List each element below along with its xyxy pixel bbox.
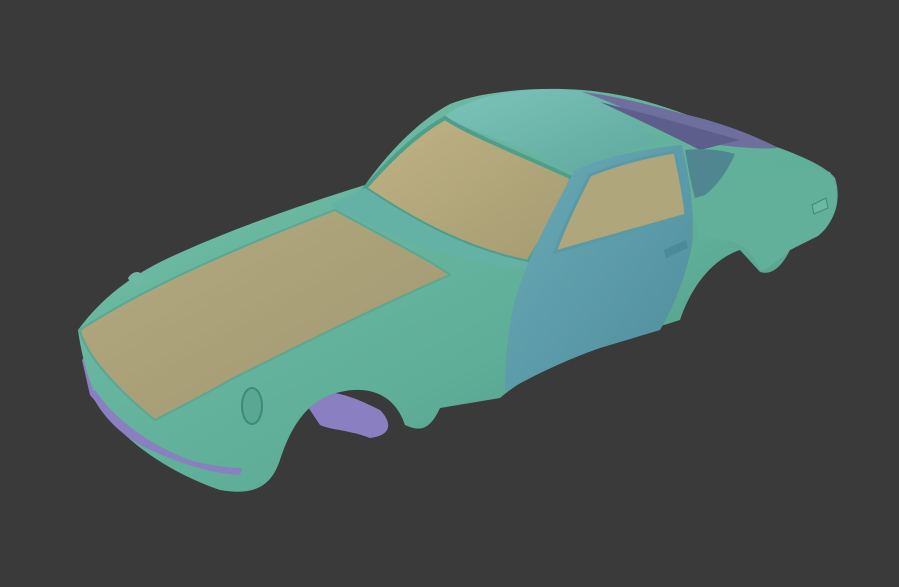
headlight xyxy=(241,387,263,425)
3d-viewport[interactable] xyxy=(0,0,899,587)
car-body-model xyxy=(78,88,838,492)
